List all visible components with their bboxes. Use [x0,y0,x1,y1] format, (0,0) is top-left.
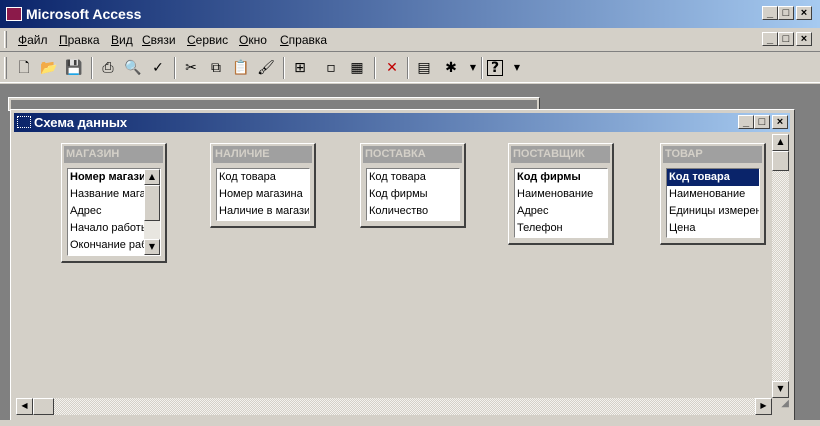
menu-file[interactable]: Файл [18,33,48,47]
new-icon[interactable]: 🗋 [13,57,35,79]
field-item[interactable]: Код товара [367,169,459,186]
field-item[interactable]: Код товара [667,169,759,186]
new-object-icon[interactable]: ✱ [440,57,462,79]
field-item[interactable]: Наличие в магазине [217,203,309,220]
copy-icon[interactable]: ⧉ [205,57,227,79]
table-title[interactable]: ПОСТАВКА [363,146,462,163]
relationships-maximize-button[interactable]: □ [754,115,770,129]
field-list[interactable]: Код фирмы Наименование Адрес Телефон [514,168,608,238]
scroll-left-icon[interactable]: ◀ [16,398,33,415]
scroll-up-icon[interactable]: ▲ [144,169,160,185]
app-titlebar[interactable]: Microsoft Access _ □ × [0,0,820,28]
properties-icon[interactable]: ▤ [413,57,435,79]
field-item[interactable]: Номер магазина [217,186,309,203]
field-item[interactable]: Цена [667,220,759,237]
resize-grip-icon[interactable]: ◢ [772,398,789,415]
relationships-window-icon [17,116,31,128]
show-all-relationships-icon[interactable]: ▦ [346,57,368,79]
field-list[interactable]: Код товара Номер магазина Наличие в мага… [216,168,310,221]
field-item[interactable]: Количество [367,203,459,220]
relationships-close-button[interactable]: × [772,115,788,129]
scroll-thumb[interactable] [144,185,160,221]
relationships-titlebar[interactable]: Схема данных _ □ × [14,113,790,132]
table-box-tovar[interactable]: ТОВАР Код товара Наименование Единицы из… [660,143,766,245]
canvas-horizontal-scrollbar[interactable]: ◀ ▶ [16,398,772,415]
menu-window[interactable]: Окно [239,33,267,47]
cut-icon[interactable]: ✂ [180,57,202,79]
field-list-scrollbar[interactable]: ▲ ▼ [144,169,160,255]
app-minimize-button[interactable]: _ [762,6,778,20]
app-title: Microsoft Access [26,6,142,22]
field-item[interactable]: Наименование [667,186,759,203]
field-item[interactable]: Телефон [515,220,607,237]
open-icon[interactable]: 📂 [38,57,60,79]
field-list[interactable]: Код товара Код фирмы Количество [366,168,460,221]
print-preview-icon[interactable]: 🔍 [122,57,144,79]
show-direct-relationships-icon[interactable]: ▫ [320,57,342,79]
access-app-icon [6,7,22,21]
menu-tools[interactable]: Сервис [187,33,228,47]
menu-view[interactable]: Вид [111,33,133,47]
bottom-strip [0,420,820,426]
field-item[interactable]: Наименование [515,186,607,203]
doc-close-button[interactable]: × [796,32,812,46]
print-icon[interactable]: ⎙ [97,57,119,79]
delete-icon[interactable]: ✕ [381,57,403,79]
toolbar-grip[interactable] [4,57,7,79]
field-item[interactable]: Единицы измерения [667,203,759,220]
scroll-down-icon[interactable]: ▼ [772,381,789,398]
scroll-down-icon[interactable]: ▼ [144,239,160,255]
help-dropdown-icon[interactable]: ▼ [506,57,528,79]
field-item[interactable]: Код товара [217,169,309,186]
menu-edit[interactable]: Правка [59,33,100,47]
table-title[interactable]: НАЛИЧИЕ [213,146,312,163]
scroll-right-icon[interactable]: ▶ [755,398,772,415]
field-list[interactable]: Код товара Наименование Единицы измерени… [666,168,760,238]
format-painter-icon[interactable]: 🖌 [255,57,277,79]
scroll-up-icon[interactable]: ▲ [772,134,789,151]
relationships-minimize-button[interactable]: _ [738,115,754,129]
table-box-nalichie[interactable]: НАЛИЧИЕ Код товара Номер магазина Наличи… [210,143,316,228]
field-item[interactable]: Адрес [515,203,607,220]
menu-bar: Файл Правка Вид Связи Сервис Окно Справк… [0,28,820,52]
app-maximize-button[interactable]: □ [778,6,794,20]
table-title[interactable]: МАГАЗИН [64,146,163,163]
table-title[interactable]: ПОСТАВЩИК [511,146,610,163]
menu-help[interactable]: Справка [280,33,327,47]
show-table-icon[interactable]: ⊞ [289,57,311,79]
relationships-title: Схема данных [34,115,128,130]
menu-relationships[interactable]: Связи [142,33,176,47]
doc-maximize-button[interactable]: □ [778,32,794,46]
field-list[interactable]: Номер магазина Название магазина Адрес Н… [67,168,161,256]
table-box-magazin[interactable]: МАГАЗИН Номер магазина Название магазина… [61,143,167,263]
horizontal-scroll-thumb[interactable] [33,398,54,415]
field-item[interactable]: Код фирмы [515,169,607,186]
help-icon[interactable]: ? [487,60,503,76]
save-icon[interactable]: 💾 [63,57,85,79]
field-item[interactable]: Код фирмы [367,186,459,203]
toolbar: 🗋 📂 💾 ⎙ 🔍 ✓ ✂ ⧉ 📋 🖌 ⊞ ▫ ▦ ✕ ▤ ✱ ▼ ? ▼ [0,53,820,83]
spelling-icon[interactable]: ✓ [147,57,169,79]
paste-icon[interactable]: 📋 [230,57,252,79]
table-title[interactable]: ТОВАР [663,146,762,163]
table-box-postavshchik[interactable]: ПОСТАВЩИК Код фирмы Наименование Адрес Т… [508,143,614,245]
app-close-button[interactable]: × [796,6,812,20]
relationships-canvas[interactable]: МАГАЗИН Номер магазина Название магазина… [16,134,772,397]
menubar-grip[interactable] [4,31,7,48]
table-box-postavka[interactable]: ПОСТАВКА Код товара Код фирмы Количество [360,143,466,228]
canvas-vertical-scrollbar[interactable]: ▲ ▼ [772,134,789,398]
doc-minimize-button[interactable]: _ [762,32,778,46]
vertical-scroll-thumb[interactable] [772,151,789,171]
